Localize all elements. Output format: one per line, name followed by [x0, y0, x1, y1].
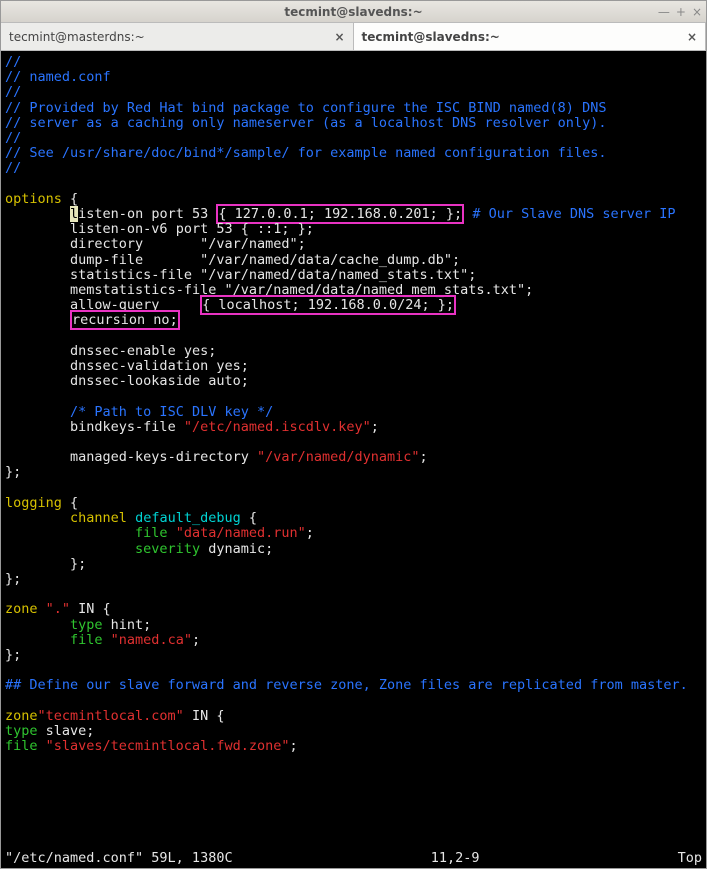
vim-statusbar: "/etc/named.conf" 59L, 1380C 11,2-9 Top — [5, 851, 702, 866]
keyword-zone: zone — [5, 708, 38, 724]
keyword-type: type — [70, 617, 103, 633]
severity-value: dynamic; — [200, 541, 273, 557]
window-controls: — + × — [658, 1, 702, 22]
comment-line: // — [5, 54, 21, 70]
opt-bindkeys-label: bindkeys-file — [70, 419, 184, 435]
status-file: "/etc/named.conf" 59L, 1380C — [5, 851, 233, 866]
tab-slavedns[interactable]: tecmint@slavedns:~ × — [354, 23, 707, 50]
keyword-file: file — [135, 525, 176, 541]
comment-line: // Provided by Red Hat bind package to c… — [5, 100, 606, 116]
status-scroll: Top — [678, 851, 702, 866]
highlight-allow-query: { localhost; 192.168.0.0/24; }; — [200, 295, 456, 315]
keyword-file: file — [70, 632, 111, 648]
opt-directory: directory "/var/named"; — [70, 236, 306, 252]
opt-managedkeys-val: "/var/named/dynamic" — [257, 449, 420, 465]
tab-label: tecmint@slavedns:~ — [362, 30, 500, 44]
file-value: "data/named.run" — [176, 525, 306, 541]
opt-dnssec-lookaside: dnssec-lookaside auto; — [70, 373, 249, 389]
maximize-icon[interactable]: + — [676, 5, 686, 19]
terminal[interactable]: // // named.conf // // Provided by Red H… — [1, 51, 706, 868]
keyword-options: options — [5, 191, 62, 207]
keyword-type: type — [5, 723, 38, 739]
opt-dump-file: dump-file "/var/named/data/cache_dump.db… — [70, 252, 460, 268]
comment: # Our Slave DNS server IP — [464, 206, 675, 222]
close-icon[interactable]: × — [692, 5, 702, 19]
highlight-recursion: recursion no; — [70, 310, 180, 330]
comment-line: // — [5, 130, 21, 146]
keyword-logging: logging — [5, 495, 62, 511]
tab-bar: tecmint@masterdns:~ × tecmint@slavedns:~… — [1, 23, 706, 51]
zone-root-name: "." — [46, 601, 70, 617]
opt-listen-v6: listen-on-v6 port 53 { ::1; }; — [70, 221, 314, 237]
zone-slave-name: "tecmintlocal.com" — [38, 708, 184, 724]
tab-label: tecmint@masterdns:~ — [9, 30, 145, 44]
keyword-severity: severity — [135, 541, 200, 557]
opt-dnssec-enable: dnssec-enable yes; — [70, 343, 216, 359]
opt-dnssec-validation: dnssec-validation yes; — [70, 358, 249, 374]
keyword-file: file — [5, 738, 46, 754]
opt-stats-file: statistics-file "/var/named/data/named_s… — [70, 267, 476, 283]
opt-managedkeys-label: managed-keys-directory — [70, 449, 257, 465]
comment-line: // See /usr/share/doc/bind*/sample/ for … — [5, 145, 606, 161]
keyword-zone: zone — [5, 601, 46, 617]
comment-path: /* Path to ISC DLV key */ — [70, 404, 273, 420]
tab-close-icon[interactable]: × — [334, 30, 344, 44]
comment-line: // server as a caching only nameserver (… — [5, 115, 606, 131]
comment-line: // — [5, 160, 21, 176]
tab-close-icon[interactable]: × — [687, 30, 697, 44]
opt-bindkeys-val: "/etc/named.iscdlv.key" — [184, 419, 371, 435]
cursor: l — [70, 206, 78, 222]
minimize-icon[interactable]: — — [658, 5, 670, 19]
zone-slave-file: "slaves/tecmintlocal.fwd.zone" — [46, 738, 290, 754]
comment-slave: ## Define our slave forward and reverse … — [5, 677, 688, 693]
channel-name: default_debug — [127, 510, 249, 526]
window-title: tecmint@slavedns:~ — [284, 5, 422, 19]
opt-listen-on: isten-on port 53 — [78, 206, 216, 222]
comment-line: // — [5, 84, 21, 100]
window-titlebar: tecmint@slavedns:~ — + × — [1, 1, 706, 23]
tab-masterdns[interactable]: tecmint@masterdns:~ × — [1, 23, 354, 50]
keyword-channel: channel — [70, 510, 127, 526]
comment-line: // named.conf — [5, 69, 111, 85]
zone-root-file: "named.ca" — [111, 632, 192, 648]
status-pos: 11,2-9 — [431, 851, 480, 866]
